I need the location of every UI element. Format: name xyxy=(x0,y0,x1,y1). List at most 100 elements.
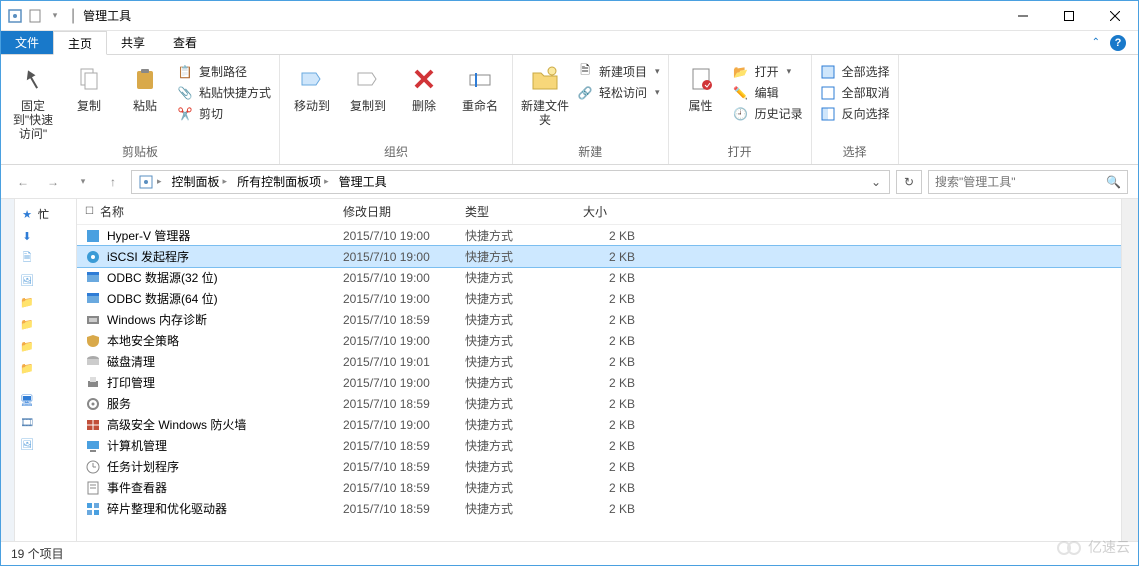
file-type: 快捷方式 xyxy=(457,269,575,286)
file-type: 快捷方式 xyxy=(457,479,575,496)
file-row[interactable]: ODBC 数据源(32 位)2015/7/10 19:00快捷方式2 KB xyxy=(77,267,1121,288)
tree-quick-access[interactable]: ★忙 xyxy=(17,203,74,225)
file-size: 2 KB xyxy=(575,292,643,306)
history-button[interactable]: 🕘历史记录 xyxy=(733,105,803,122)
qat-file-icon[interactable] xyxy=(27,8,43,24)
file-icon xyxy=(85,438,101,454)
nav-back-button[interactable]: ← xyxy=(11,170,35,194)
tree-folder-2[interactable]: 📁 xyxy=(17,313,74,335)
properties-button[interactable]: 属性 xyxy=(677,59,725,113)
edit-button[interactable]: ✏️编辑 xyxy=(733,84,803,101)
open-button[interactable]: 📂打开▾ xyxy=(733,63,803,80)
select-all-button[interactable]: 全部选择 xyxy=(820,63,890,80)
copy-button[interactable]: 复制 xyxy=(65,59,113,113)
ribbon-group-organize-label: 组织 xyxy=(288,141,504,164)
file-row[interactable]: 服务2015/7/10 18:59快捷方式2 KB xyxy=(77,393,1121,414)
nav-tree[interactable]: ★忙 ⬇ 🗎 🖼 📁 📁 📁 📁 🖥 🎞 🖼 xyxy=(15,199,77,541)
close-button[interactable] xyxy=(1092,1,1138,31)
file-row[interactable]: 磁盘清理2015/7/10 19:01快捷方式2 KB xyxy=(77,351,1121,372)
file-icon xyxy=(85,375,101,391)
breadcrumb-root-icon[interactable]: ▸ xyxy=(134,174,166,190)
file-date: 2015/7/10 18:59 xyxy=(335,502,457,516)
tab-home[interactable]: 主页 xyxy=(53,31,107,55)
vertical-scrollbar[interactable] xyxy=(1121,199,1138,541)
ribbon: 固定到"快速访问" 复制 粘贴 📋复制路径 📎粘贴快捷方式 ✂️剪切 剪贴板 xyxy=(1,55,1138,165)
column-name[interactable]: ☐名称 xyxy=(77,199,335,224)
tree-videos[interactable]: 🎞 xyxy=(17,411,74,433)
copy-to-button[interactable]: 复制到 xyxy=(344,59,392,113)
tree-folder-1[interactable]: 📁 xyxy=(17,291,74,313)
help-button[interactable]: ? xyxy=(1110,35,1126,51)
file-row[interactable]: 碎片整理和优化驱动器2015/7/10 18:59快捷方式2 KB xyxy=(77,498,1121,519)
qat-dropdown-icon[interactable]: ▾ xyxy=(47,8,63,24)
delete-button[interactable]: 删除 xyxy=(400,59,448,113)
file-size: 2 KB xyxy=(575,397,643,411)
file-row[interactable]: 高级安全 Windows 防火墙2015/7/10 19:00快捷方式2 KB xyxy=(77,414,1121,435)
file-row[interactable]: 事件查看器2015/7/10 18:59快捷方式2 KB xyxy=(77,477,1121,498)
file-type: 快捷方式 xyxy=(457,290,575,307)
ribbon-collapse-icon[interactable]: ⌃ xyxy=(1092,37,1100,48)
column-type[interactable]: 类型 xyxy=(457,199,575,224)
new-folder-button[interactable]: 新建文件夹 xyxy=(521,59,569,127)
maximize-button[interactable] xyxy=(1046,1,1092,31)
easy-access-button[interactable]: 🔗轻松访问▾ xyxy=(577,84,660,101)
file-list[interactable]: Hyper-V 管理器2015/7/10 19:00快捷方式2 KBiSCSI … xyxy=(77,225,1121,541)
column-size[interactable]: 大小 xyxy=(575,199,643,224)
tree-this-pc[interactable]: 🖥 xyxy=(17,389,74,411)
search-icon[interactable]: 🔍 xyxy=(1106,175,1121,189)
new-item-icon: 🗎 xyxy=(577,64,593,80)
tab-share[interactable]: 共享 xyxy=(107,31,159,54)
tab-view[interactable]: 查看 xyxy=(159,31,211,54)
watermark: 亿速云 xyxy=(1056,537,1130,557)
pin-to-quick-access-button[interactable]: 固定到"快速访问" xyxy=(9,59,57,141)
tree-folder-3[interactable]: 📁 xyxy=(17,335,74,357)
file-row[interactable]: 打印管理2015/7/10 19:00快捷方式2 KB xyxy=(77,372,1121,393)
select-none-button[interactable]: 全部取消 xyxy=(820,84,890,101)
tree-downloads[interactable]: ⬇ xyxy=(17,225,74,247)
nav-up-button[interactable]: ↑ xyxy=(101,170,125,194)
folder-icon: 📁 xyxy=(19,338,35,354)
file-row[interactable]: Hyper-V 管理器2015/7/10 19:00快捷方式2 KB xyxy=(77,225,1121,246)
cut-button[interactable]: ✂️剪切 xyxy=(177,105,271,122)
monitor-icon: 🖥 xyxy=(19,392,35,408)
rename-button[interactable]: 重命名 xyxy=(456,59,504,113)
file-date: 2015/7/10 18:59 xyxy=(335,397,457,411)
column-headers[interactable]: ☐名称 修改日期 类型 大小 xyxy=(77,199,1121,225)
invert-selection-button[interactable]: 反向选择 xyxy=(820,105,890,122)
breadcrumb-item-1[interactable]: 所有控制面板项▸ xyxy=(233,173,333,190)
file-size: 2 KB xyxy=(575,334,643,348)
file-row[interactable]: 计算机管理2015/7/10 18:59快捷方式2 KB xyxy=(77,435,1121,456)
column-date[interactable]: 修改日期 xyxy=(335,199,457,224)
nav-recent-dropdown[interactable]: ▾ xyxy=(71,170,95,194)
paste-button[interactable]: 粘贴 xyxy=(121,59,169,113)
cut-icon: ✂️ xyxy=(177,106,193,122)
file-size: 2 KB xyxy=(575,229,643,243)
minimize-button[interactable] xyxy=(1000,1,1046,31)
move-to-icon xyxy=(296,63,328,95)
breadcrumb-dropdown-icon[interactable]: ⌄ xyxy=(865,175,887,189)
paste-shortcut-button[interactable]: 📎粘贴快捷方式 xyxy=(177,84,271,101)
file-row[interactable]: 任务计划程序2015/7/10 18:59快捷方式2 KB xyxy=(77,456,1121,477)
tree-pictures2[interactable]: 🖼 xyxy=(17,433,74,455)
move-to-button[interactable]: 移动到 xyxy=(288,59,336,113)
search-input[interactable] xyxy=(935,175,1095,189)
copy-path-button[interactable]: 📋复制路径 xyxy=(177,63,271,80)
file-row[interactable]: Windows 内存诊断2015/7/10 18:59快捷方式2 KB xyxy=(77,309,1121,330)
file-row[interactable]: ODBC 数据源(64 位)2015/7/10 19:00快捷方式2 KB xyxy=(77,288,1121,309)
breadcrumb-item-0[interactable]: 控制面板▸ xyxy=(168,173,232,190)
copy-to-icon xyxy=(352,63,384,95)
breadcrumb-item-2[interactable]: 管理工具 xyxy=(335,173,391,190)
nav-forward-button[interactable]: → xyxy=(41,170,65,194)
new-item-button[interactable]: 🗎新建项目▾ xyxy=(577,63,660,80)
tree-folder-4[interactable]: 📁 xyxy=(17,357,74,379)
tree-pictures[interactable]: 🖼 xyxy=(17,269,74,291)
breadcrumb[interactable]: ▸ 控制面板▸ 所有控制面板项▸ 管理工具 ⌄ xyxy=(131,170,890,194)
file-date: 2015/7/10 19:00 xyxy=(335,376,457,390)
file-row[interactable]: iSCSI 发起程序2015/7/10 19:00快捷方式2 KB xyxy=(77,246,1121,267)
file-row[interactable]: 本地安全策略2015/7/10 19:00快捷方式2 KB xyxy=(77,330,1121,351)
tab-file[interactable]: 文件 xyxy=(1,31,53,54)
search-box[interactable]: 🔍 xyxy=(928,170,1128,194)
refresh-button[interactable]: ↻ xyxy=(896,170,922,194)
tree-documents[interactable]: 🗎 xyxy=(17,247,74,269)
file-name: 任务计划程序 xyxy=(107,458,179,475)
